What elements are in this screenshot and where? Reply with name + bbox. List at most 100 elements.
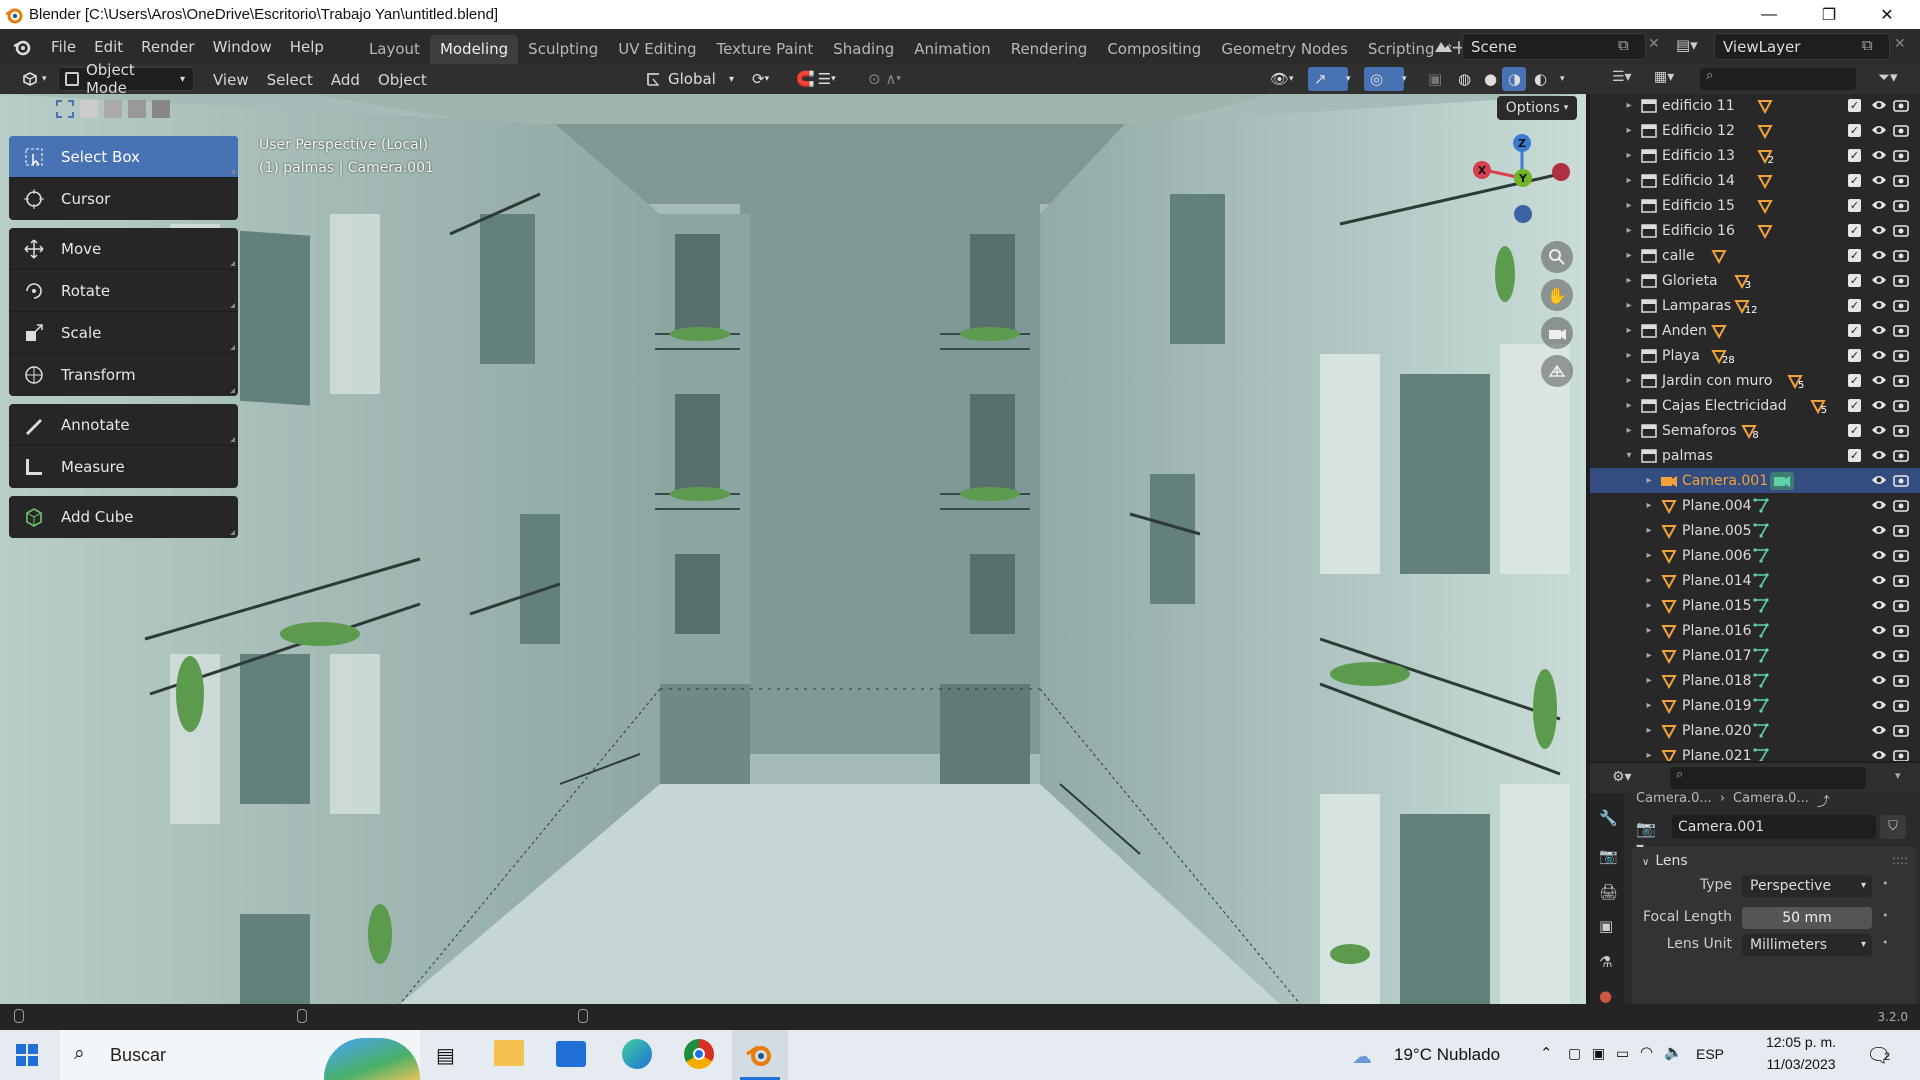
visibility-select-icon[interactable]: 👁 ▾ bbox=[1264, 67, 1304, 91]
expand-arrow-icon[interactable]: ▸ bbox=[1644, 525, 1654, 536]
render-camera-icon[interactable] bbox=[1892, 696, 1910, 714]
collapse-arrow-icon[interactable]: ▾ bbox=[1624, 450, 1634, 461]
outliner-row[interactable]: ▸ Plane.004 bbox=[1590, 493, 1920, 518]
tool-tab-icon[interactable]: 🔧 bbox=[1599, 809, 1618, 827]
outliner-row[interactable]: ▸ Semaforos 8 ✓ bbox=[1590, 418, 1920, 443]
exclude-checkbox[interactable]: ✓ bbox=[1848, 274, 1861, 287]
visibility-eye-icon[interactable] bbox=[1870, 146, 1888, 164]
scene-delete-icon[interactable]: ✕ bbox=[1648, 36, 1660, 52]
expand-arrow-icon[interactable]: ▸ bbox=[1644, 625, 1654, 636]
overlays-dropdown[interactable]: ▾ bbox=[1396, 67, 1410, 91]
select-new-icon[interactable] bbox=[56, 100, 74, 118]
zoom-icon[interactable] bbox=[1541, 241, 1573, 273]
outliner-row[interactable]: ▸ Edificio 14 ✓ bbox=[1590, 168, 1920, 193]
expand-arrow-icon[interactable]: ▸ bbox=[1624, 275, 1634, 286]
outliner-row[interactable]: ▸ Plane.014 bbox=[1590, 568, 1920, 593]
expand-arrow-icon[interactable]: ▸ bbox=[1624, 425, 1634, 436]
tab-shading[interactable]: Shading bbox=[823, 35, 904, 64]
battery-icon[interactable]: ▭ bbox=[1616, 1045, 1629, 1062]
contained-mesh-icon[interactable] bbox=[1756, 172, 1774, 190]
expand-arrow-icon[interactable]: ▸ bbox=[1624, 350, 1634, 361]
tab-animation[interactable]: Animation bbox=[904, 35, 1000, 64]
navigation-gizmo[interactable]: Z X Y bbox=[1470, 114, 1586, 224]
render-camera-icon[interactable] bbox=[1892, 346, 1910, 364]
tray-camera-icon[interactable]: ▣ bbox=[1592, 1045, 1605, 1062]
exclude-checkbox[interactable]: ✓ bbox=[1848, 174, 1861, 187]
render-camera-icon[interactable] bbox=[1892, 246, 1910, 264]
visibility-eye-icon[interactable] bbox=[1870, 246, 1888, 264]
tool-rotate[interactable]: Rotate bbox=[9, 270, 238, 312]
notification-center-icon[interactable]: 🗨 2 bbox=[1866, 1043, 1892, 1067]
outliner-row[interactable]: ▸ Camera.001 bbox=[1590, 468, 1920, 493]
filter-icon[interactable]: ⏷▾ bbox=[1878, 68, 1898, 86]
view-layer-delete-icon[interactable]: ✕ bbox=[1894, 36, 1906, 52]
menu-render[interactable]: Render bbox=[132, 34, 203, 60]
visibility-eye-icon[interactable] bbox=[1870, 196, 1888, 214]
keyframe-dot-icon[interactable]: • bbox=[1882, 909, 1889, 922]
xray-toggle-icon[interactable]: ▣ bbox=[1422, 67, 1444, 91]
shading-rendered-icon[interactable]: ◐ bbox=[1528, 67, 1552, 91]
expand-arrow-icon[interactable]: ▸ bbox=[1624, 300, 1634, 311]
shading-dropdown[interactable]: ▾ bbox=[1554, 67, 1570, 91]
visibility-eye-icon[interactable] bbox=[1870, 471, 1888, 489]
expand-arrow-icon[interactable]: ▸ bbox=[1624, 225, 1634, 236]
render-camera-icon[interactable] bbox=[1892, 221, 1910, 239]
tool-transform[interactable]: Transform bbox=[9, 354, 238, 396]
outliner-row[interactable]: ▸ Edificio 16 ✓ bbox=[1590, 218, 1920, 243]
outliner-editor-type-icon[interactable]: ☰▾ bbox=[1612, 69, 1632, 85]
outliner-row[interactable]: ▸ Plane.006 bbox=[1590, 543, 1920, 568]
properties-options-dropdown[interactable]: ▾ bbox=[1895, 769, 1901, 782]
tool-measure[interactable]: Measure bbox=[9, 446, 238, 488]
tool-move[interactable]: Move bbox=[9, 228, 238, 270]
blender-taskbar-button[interactable] bbox=[732, 1030, 788, 1080]
expand-arrow-icon[interactable]: ▸ bbox=[1624, 100, 1634, 111]
exclude-checkbox[interactable]: ✓ bbox=[1848, 149, 1861, 162]
render-camera-icon[interactable] bbox=[1892, 296, 1910, 314]
panel-drag-icon[interactable]: :::: bbox=[1892, 853, 1908, 867]
expand-arrow-icon[interactable]: ▸ bbox=[1644, 750, 1654, 761]
expand-arrow-icon[interactable]: ▸ bbox=[1644, 675, 1654, 686]
expand-arrow-icon[interactable]: ▸ bbox=[1624, 325, 1634, 336]
render-camera-icon[interactable] bbox=[1892, 621, 1910, 639]
visibility-eye-icon[interactable] bbox=[1870, 521, 1888, 539]
outliner-row[interactable]: ▸ Plane.020 bbox=[1590, 718, 1920, 743]
tab-sculpting[interactable]: Sculpting bbox=[518, 35, 608, 64]
visibility-eye-icon[interactable] bbox=[1870, 421, 1888, 439]
visibility-eye-icon[interactable] bbox=[1870, 346, 1888, 364]
visibility-eye-icon[interactable] bbox=[1870, 696, 1888, 714]
expand-arrow-icon[interactable]: ▸ bbox=[1644, 600, 1654, 611]
clock-date[interactable]: 11/03/2023 bbox=[1762, 1056, 1840, 1072]
task-view-icon[interactable]: ▤ bbox=[436, 1043, 455, 1068]
taskbar-search-box[interactable]: ⌕ Buscar bbox=[60, 1030, 420, 1080]
tab-uv-editing[interactable]: UV Editing bbox=[608, 35, 706, 64]
outliner-row[interactable]: ▸ Plane.021 bbox=[1590, 743, 1920, 761]
render-camera-icon[interactable] bbox=[1892, 146, 1910, 164]
render-camera-icon[interactable] bbox=[1892, 96, 1910, 114]
outliner-row[interactable]: ▸ Plane.019 bbox=[1590, 693, 1920, 718]
chrome-icon[interactable] bbox=[684, 1039, 714, 1069]
fake-user-shield-icon[interactable]: ⛉ bbox=[1880, 815, 1906, 839]
viewport-menu-object[interactable]: Object bbox=[369, 67, 436, 93]
outliner-row[interactable]: ▸ Playa 28 ✓ bbox=[1590, 343, 1920, 368]
exclude-checkbox[interactable]: ✓ bbox=[1848, 449, 1861, 462]
expand-arrow-icon[interactable]: ▸ bbox=[1644, 550, 1654, 561]
outliner-row[interactable]: ▸ Cajas Electricidad 5 ✓ bbox=[1590, 393, 1920, 418]
camera-data-icon[interactable] bbox=[1770, 471, 1794, 490]
properties-search-input[interactable]: ⌕ bbox=[1670, 767, 1866, 789]
exclude-checkbox[interactable]: ✓ bbox=[1848, 99, 1861, 112]
visibility-eye-icon[interactable] bbox=[1870, 496, 1888, 514]
exclude-checkbox[interactable]: ✓ bbox=[1848, 124, 1861, 137]
mesh-data-icon[interactable] bbox=[1752, 572, 1770, 590]
exclude-checkbox[interactable]: ✓ bbox=[1848, 224, 1861, 237]
render-camera-icon[interactable] bbox=[1892, 646, 1910, 664]
render-camera-icon[interactable] bbox=[1892, 496, 1910, 514]
contained-mesh-icon[interactable] bbox=[1756, 122, 1774, 140]
outliner-row[interactable]: ▸ Edificio 12 ✓ bbox=[1590, 118, 1920, 143]
expand-arrow-icon[interactable]: ▸ bbox=[1624, 400, 1634, 411]
tab-rendering[interactable]: Rendering bbox=[1001, 35, 1098, 64]
expand-arrow-icon[interactable]: ▸ bbox=[1644, 475, 1654, 486]
viewport-menu-add[interactable]: Add bbox=[322, 67, 369, 93]
outliner-row[interactable]: ▸ Plane.018 bbox=[1590, 668, 1920, 693]
blender-menu-icon[interactable] bbox=[8, 33, 36, 61]
snap-icon[interactable]: 🧲 ☰ ▾ bbox=[790, 67, 842, 91]
